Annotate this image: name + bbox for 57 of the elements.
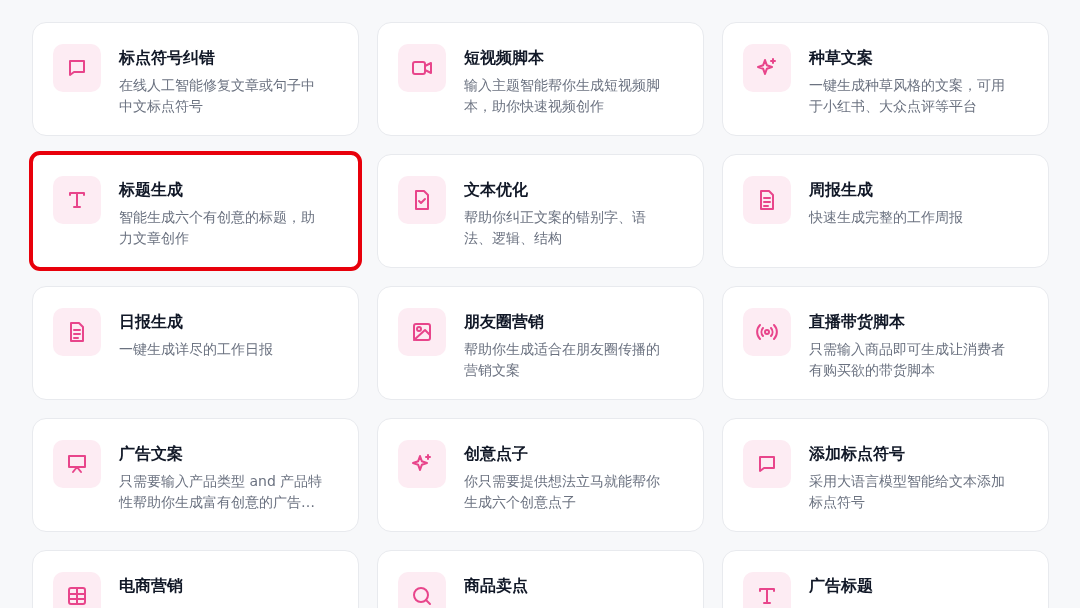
card-title: 日报生成: [119, 311, 184, 333]
card-description: 只需输入商品即可生成让消费者有购买欲的带货脚本: [809, 340, 1006, 380]
card-title: 添加标点符号: [809, 443, 906, 465]
tool-card[interactable]: 创意点子 你只需要提供想法立马就能帮你生成六个创意点子: [377, 418, 704, 532]
tool-card[interactable]: 朋友圈营销 帮助你生成适合在朋友圈传播的营销文案: [377, 286, 704, 400]
image-icon: [398, 308, 446, 356]
video-camera-icon: [398, 44, 446, 92]
document-icon: [743, 176, 791, 224]
card-title: 标题生成: [119, 179, 184, 201]
card-description: 在线人工智能修复文章或句子中中文标点符号: [119, 76, 316, 116]
sparkles-icon: [398, 440, 446, 488]
tool-card[interactable]: 标题生成 智能生成六个有创意的标题，助力文章创作: [32, 154, 359, 268]
document-icon: [53, 308, 101, 356]
card-description: 你只需要提供想法立马就能帮你生成六个创意点子: [464, 472, 661, 512]
card-description: 智能生成六个有创意的标题，助力文章创作: [119, 208, 316, 248]
card-title: 标点符号纠错: [119, 47, 216, 69]
card-title: 电商营销: [119, 575, 183, 597]
tool-card[interactable]: 种草文案 一键生成种草风格的文案，可用于小红书、大众点评等平台: [722, 22, 1049, 136]
card-title: 种草文案: [809, 47, 874, 69]
tool-card[interactable]: 日报生成 一键生成详尽的工作日报: [32, 286, 359, 400]
document-check-icon: [398, 176, 446, 224]
table-icon: [53, 572, 101, 608]
sparkles-icon: [743, 44, 791, 92]
text-icon: [743, 572, 791, 608]
tool-card[interactable]: 电商营销: [32, 550, 359, 608]
card-title: 文本优化: [464, 179, 529, 201]
card-title: 广告文案: [119, 443, 184, 465]
tool-card[interactable]: 广告标题: [722, 550, 1049, 608]
tool-card[interactable]: 直播带货脚本 只需输入商品即可生成让消费者有购买欲的带货脚本: [722, 286, 1049, 400]
card-description: 快速生成完整的工作周报: [809, 208, 963, 227]
card-description: 采用大语言模型智能给文本添加标点符号: [809, 472, 1006, 512]
card-description: 帮助你生成适合在朋友圈传播的营销文案: [464, 340, 661, 380]
card-title: 商品卖点: [464, 575, 528, 597]
card-title: 周报生成: [809, 179, 874, 201]
card-title: 朋友圈营销: [464, 311, 545, 333]
tool-card[interactable]: 商品卖点: [377, 550, 704, 608]
search-icon: [398, 572, 446, 608]
message-icon: [53, 44, 101, 92]
tool-card[interactable]: 文本优化 帮助你纠正文案的错别字、语法、逻辑、结构: [377, 154, 704, 268]
tool-card[interactable]: 周报生成 快速生成完整的工作周报: [722, 154, 1049, 268]
tool-card[interactable]: 标点符号纠错 在线人工智能修复文章或句子中中文标点符号: [32, 22, 359, 136]
text-icon: [53, 176, 101, 224]
card-title: 短视频脚本: [464, 47, 545, 69]
card-description: 一键生成种草风格的文案，可用于小红书、大众点评等平台: [809, 76, 1006, 116]
card-title: 直播带货脚本: [809, 311, 906, 333]
tool-card[interactable]: 添加标点符号 采用大语言模型智能给文本添加标点符号: [722, 418, 1049, 532]
broadcast-icon: [743, 308, 791, 356]
card-title: 广告标题: [809, 575, 873, 597]
card-title: 创意点子: [464, 443, 529, 465]
card-description: 只需要输入产品类型 and 产品特性帮助你生成富有创意的广告…: [119, 472, 324, 512]
presentation-board-icon: [53, 440, 101, 488]
card-description: 帮助你纠正文案的错别字、语法、逻辑、结构: [464, 208, 647, 248]
message-icon: [743, 440, 791, 488]
card-description: 一键生成详尽的工作日报: [119, 340, 273, 359]
tool-card[interactable]: 短视频脚本 输入主题智能帮你生成短视频脚本，助你快速视频创作: [377, 22, 704, 136]
card-description: 输入主题智能帮你生成短视频脚本，助你快速视频创作: [464, 76, 661, 116]
tool-card[interactable]: 广告文案 只需要输入产品类型 and 产品特性帮助你生成富有创意的广告…: [32, 418, 359, 532]
